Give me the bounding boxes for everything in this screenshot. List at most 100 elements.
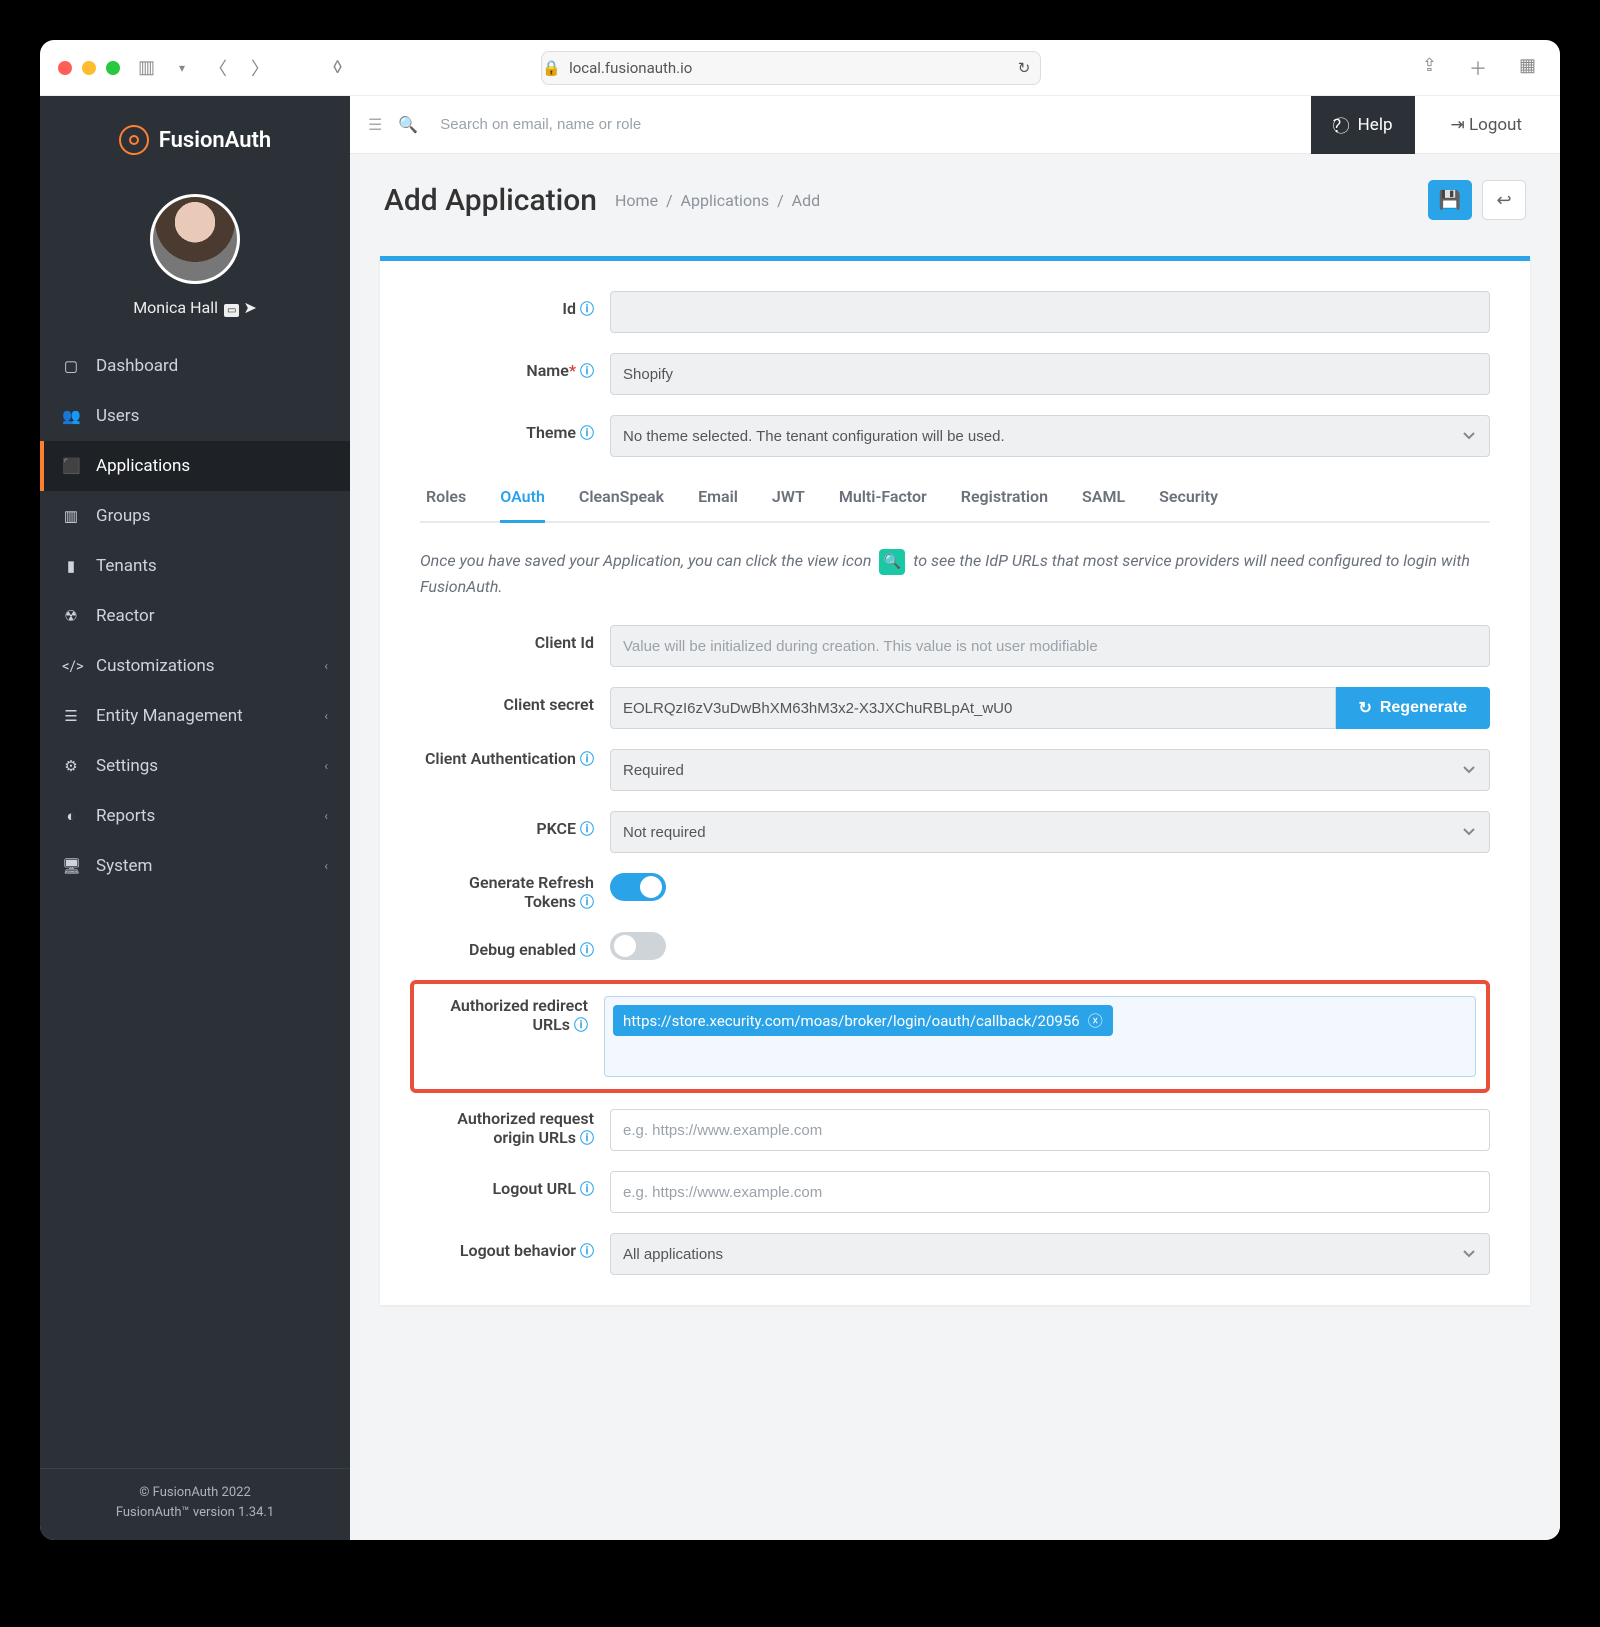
user-name: Monica Hall▭ ➤	[40, 298, 350, 317]
reload-icon[interactable]: ↻	[1018, 59, 1041, 77]
refresh-icon: ↻	[1358, 698, 1371, 718]
oauth-note: Once you have saved your Application, yo…	[420, 549, 1490, 599]
sidebar-toggle-icon[interactable]: ▥	[132, 57, 161, 78]
brand: FusionAuth	[40, 96, 350, 184]
new-tab-icon[interactable]: ＋	[1463, 55, 1493, 81]
info-icon[interactable]: ⓘ	[580, 752, 594, 768]
tab-registration[interactable]: Registration	[961, 487, 1048, 521]
forward-icon[interactable]: 〉	[245, 55, 275, 81]
sidebar-item-customizations[interactable]: </>Customizations‹	[40, 641, 350, 691]
sidebar-item-groups[interactable]: ▥Groups	[40, 491, 350, 541]
sidebar-item-tenants[interactable]: ▮Tenants	[40, 541, 350, 591]
breadcrumb: Home / Applications / Add	[615, 191, 820, 210]
tab-cleanspeak[interactable]: CleanSpeak	[579, 487, 664, 521]
sidebar-footer: © FusionAuth 2022 FusionAuth™ version 1.…	[40, 1468, 350, 1540]
info-icon[interactable]: ⓘ	[580, 364, 594, 380]
info-icon[interactable]: ⓘ	[574, 1018, 588, 1034]
shield-icon[interactable]: ◊	[327, 57, 348, 78]
chevron-left-icon: ‹	[324, 759, 328, 773]
debug-toggle[interactable]	[610, 932, 666, 960]
logout-button[interactable]: ⇥ Logout	[1431, 115, 1543, 135]
client-secret-input[interactable]	[610, 687, 1336, 729]
theme-select[interactable]: No theme selected. The tenant configurat…	[610, 415, 1490, 457]
search-input[interactable]	[428, 116, 1294, 133]
sidebar-item-reactor[interactable]: ☢Reactor	[40, 591, 350, 641]
save-icon: 💾	[1439, 190, 1461, 211]
tab-security[interactable]: Security	[1159, 487, 1218, 521]
redirect-urls-input[interactable]: https://store.xecurity.com/moas/broker/l…	[604, 996, 1476, 1077]
share-icon[interactable]: ⇪	[1416, 55, 1443, 81]
debug-label: Debug enabled	[469, 940, 576, 959]
nav: ▢Dashboard 👥Users ⬛Applications ▥Groups …	[40, 341, 350, 891]
tab-saml[interactable]: SAML	[1082, 487, 1125, 521]
users-icon: 👥	[62, 407, 80, 425]
chevron-left-icon: ‹	[324, 709, 328, 723]
sliders-icon: ⚙	[62, 757, 80, 775]
info-icon[interactable]: ⓘ	[580, 426, 594, 442]
info-icon[interactable]: ⓘ	[580, 1182, 594, 1198]
refresh-toggle[interactable]	[610, 873, 666, 901]
crumb-home[interactable]: Home	[615, 191, 658, 210]
tab-multifactor[interactable]: Multi-Factor	[839, 487, 927, 521]
traffic-lights[interactable]	[58, 61, 120, 75]
remove-chip-icon[interactable]: ⓧ	[1088, 1010, 1103, 1031]
origin-input[interactable]	[610, 1109, 1490, 1151]
row-origin-urls: Authorized request origin URLsⓘ	[420, 1109, 1490, 1151]
sidebar-item-dashboard[interactable]: ▢Dashboard	[40, 341, 350, 391]
redirect-url-text-input[interactable]	[613, 1042, 1467, 1068]
collapse-icon[interactable]: ☰	[368, 115, 382, 134]
info-icon[interactable]: ⓘ	[580, 943, 594, 959]
logout-behavior-select[interactable]: All applications	[610, 1233, 1490, 1275]
tab-oauth[interactable]: OAuth	[500, 487, 545, 523]
info-icon[interactable]: ⓘ	[580, 302, 594, 318]
sidebar-item-applications[interactable]: ⬛Applications	[40, 441, 350, 491]
cube-icon: ⬛	[62, 457, 80, 475]
name-input[interactable]	[610, 353, 1490, 395]
back-button[interactable]: ↩	[1482, 180, 1526, 220]
info-icon[interactable]: ⓘ	[580, 1131, 594, 1147]
back-icon[interactable]: 〈	[203, 55, 233, 81]
crumb-add: Add	[792, 191, 820, 210]
info-icon[interactable]: ⓘ	[580, 895, 594, 911]
client-id-input	[610, 625, 1490, 667]
tab-jwt[interactable]: JWT	[772, 487, 805, 521]
sidebar-item-users[interactable]: 👥Users	[40, 391, 350, 441]
help-button[interactable]: ？⃝Help	[1311, 96, 1415, 154]
topbar: ☰ 🔍 ？⃝Help ⇥ Logout	[350, 96, 1560, 154]
sidebar-item-system[interactable]: 🖥System‹	[40, 841, 350, 891]
sidebar-item-entity-management[interactable]: ☰Entity Management‹	[40, 691, 350, 741]
tab-email[interactable]: Email	[698, 487, 738, 521]
lock-icon: 🔒	[542, 59, 561, 77]
logout-icon: ⇥	[1451, 115, 1465, 135]
search-icon: 🔍	[398, 115, 418, 134]
row-client-id: Client Id	[420, 625, 1490, 667]
logout-url-input[interactable]	[610, 1171, 1490, 1213]
crumb-applications[interactable]: Applications	[681, 191, 770, 210]
origin-label: Authorized request origin URLs	[457, 1109, 594, 1147]
tabs: Roles OAuth CleanSpeak Email JWT Multi-F…	[420, 487, 1490, 523]
client-auth-select[interactable]: Required	[610, 749, 1490, 791]
save-button[interactable]: 💾	[1428, 180, 1472, 220]
page-title: Add Application	[384, 183, 597, 218]
row-pkce: PKCEⓘ Not required	[420, 811, 1490, 853]
chevron-down-icon[interactable]: ▾	[173, 61, 191, 75]
url-bar[interactable]: 🔒 local.fusionauth.io ↻	[541, 51, 1041, 85]
avatar[interactable]	[150, 194, 240, 284]
browser-titlebar: ▥ ▾ 〈 〉 ◊ 🔒 local.fusionauth.io ↻ ⇪ ＋ ▦	[40, 40, 1560, 96]
id-badge-icon[interactable]: ▭	[224, 304, 239, 317]
tabs-icon[interactable]: ▦	[1513, 55, 1542, 81]
send-icon[interactable]: ➤	[243, 298, 256, 317]
row-name: Name*ⓘ	[420, 353, 1490, 395]
undo-icon: ↩	[1496, 190, 1511, 211]
brand-text: FusionAuth	[159, 128, 271, 153]
search[interactable]: 🔍	[398, 115, 1294, 134]
info-icon[interactable]: ⓘ	[580, 822, 594, 838]
row-debug: Debug enabledⓘ	[420, 932, 1490, 960]
sidebar-item-settings[interactable]: ⚙Settings‹	[40, 741, 350, 791]
info-icon[interactable]: ⓘ	[580, 1244, 594, 1260]
regenerate-button[interactable]: ↻Regenerate	[1336, 687, 1490, 729]
row-client-auth: Client Authenticationⓘ Required	[420, 749, 1490, 791]
sidebar-item-reports[interactable]: ◐Reports‹	[40, 791, 350, 841]
tab-roles[interactable]: Roles	[426, 487, 466, 521]
pkce-select[interactable]: Not required	[610, 811, 1490, 853]
